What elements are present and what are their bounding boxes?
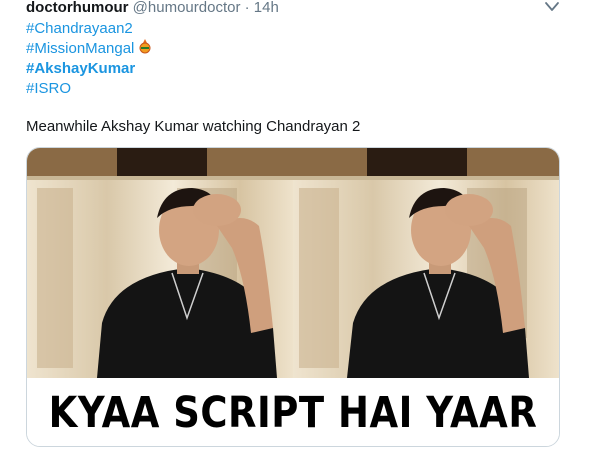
meme-panel [27,148,293,378]
meme-caption: KYAA SCRIPT HAI YAAR [48,387,538,437]
hashtag-link[interactable]: #Chandrayaan2 [26,19,152,39]
hashtag-link[interactable]: #ISRO [26,79,152,99]
user-handle[interactable]: @humourdoctor [133,0,241,16]
hashtag-link[interactable]: #AkshayKumar [26,59,152,79]
hashtag-list: #Chandrayaan2 #MissionMangal #AkshayKuma… [26,19,152,99]
mission-mangal-emoji-icon [139,39,151,54]
tweet-text: Meanwhile Akshay Kumar watching Chandray… [26,118,361,135]
meme-photo[interactable] [27,148,559,378]
timestamp[interactable]: 14h [254,0,279,16]
media-card[interactable]: KYAA SCRIPT HAI YAAR [26,147,560,447]
tweet-header: doctorhumour @humourdoctor · 14h [26,0,279,16]
user-name[interactable]: doctorhumour [26,0,129,16]
meme-panel [293,148,559,378]
meme-caption-bar: KYAA SCRIPT HAI YAAR [27,378,559,446]
hashtag-link[interactable]: #MissionMangal [26,40,134,57]
time-separator: · [244,0,250,16]
hashtag-link-row: #MissionMangal [26,39,152,59]
chevron-down-icon[interactable] [544,0,560,14]
